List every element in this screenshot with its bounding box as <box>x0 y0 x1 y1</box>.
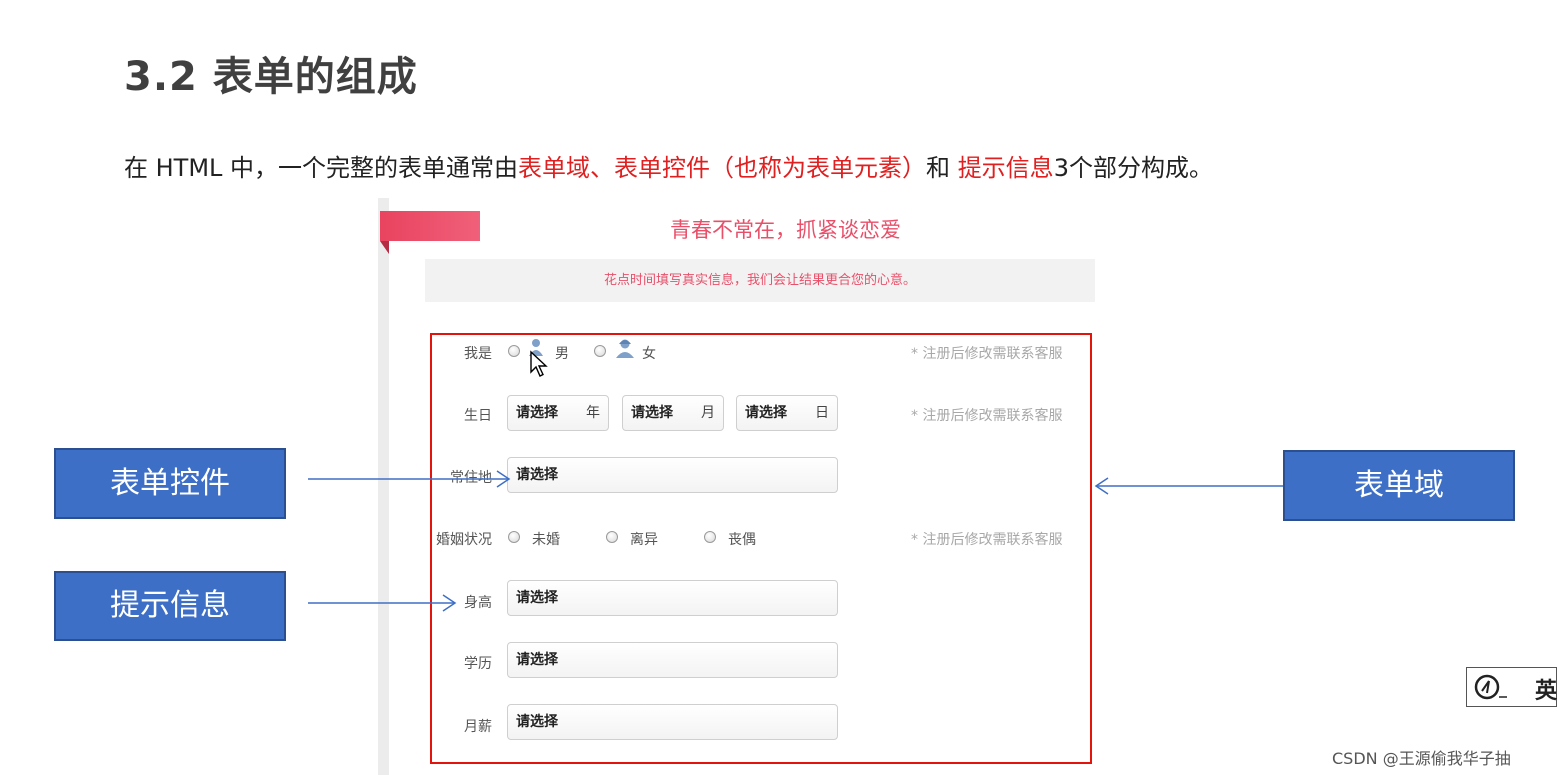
ime-mode-label: 英 <box>1535 679 1557 704</box>
annotation-arrows <box>308 470 1283 612</box>
csdn-watermark: CSDN @王源偷我华子抽 <box>1332 749 1511 768</box>
ime-indicator[interactable]: 英 <box>1466 667 1557 707</box>
ime-logo-icon <box>1474 674 1507 700</box>
